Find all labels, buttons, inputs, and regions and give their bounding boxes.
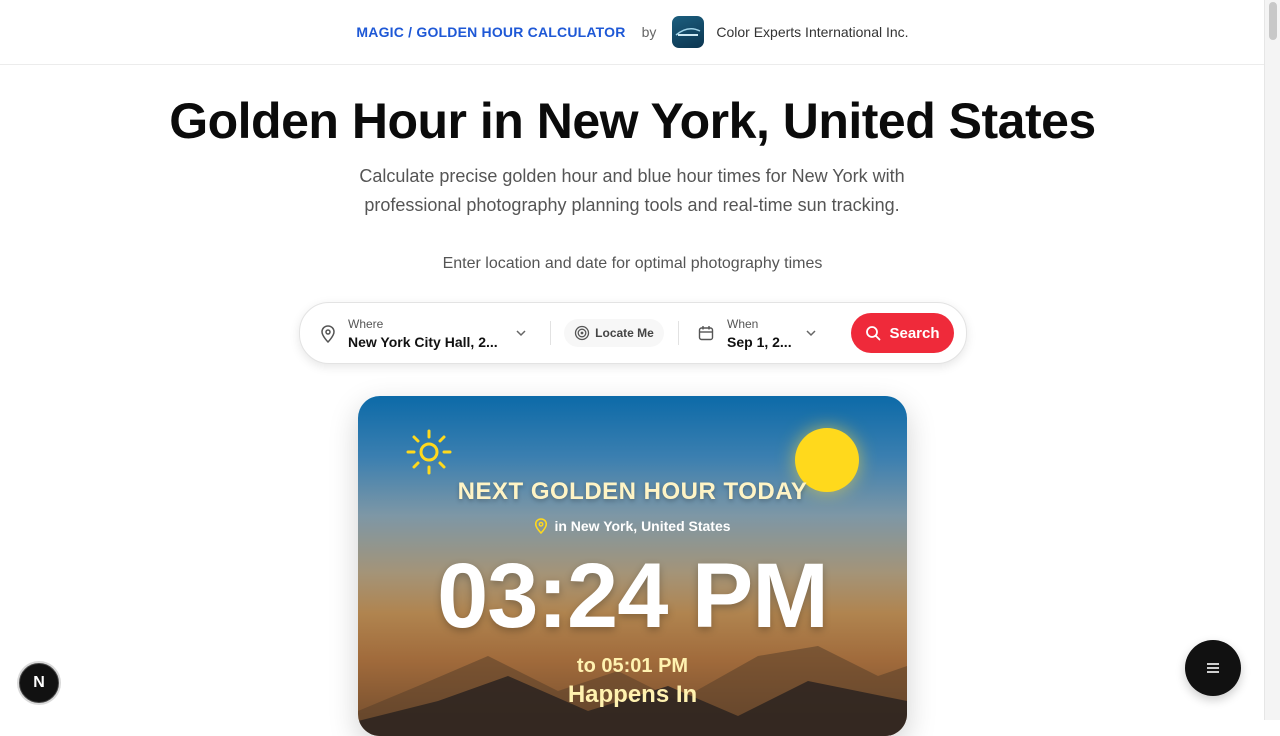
company-logo[interactable] xyxy=(672,16,705,48)
card-location: in New York, United States xyxy=(358,518,907,534)
nextjs-badge-letter: N xyxy=(33,674,45,691)
search-icon xyxy=(866,326,881,341)
calendar-icon xyxy=(698,326,714,341)
when-field[interactable]: When Sep 1, 2... xyxy=(688,303,838,363)
company-logo-icon xyxy=(675,28,701,36)
menu-button[interactable] xyxy=(1185,640,1241,696)
search-hint: Enter location and date for optimal phot… xyxy=(442,255,823,272)
golden-hour-card: NEXT GOLDEN HOUR TODAY in New York, Unit… xyxy=(358,396,907,736)
search-bar: Where New York City Hall, 2... Locate Me… xyxy=(299,302,967,364)
search-button-label: Search xyxy=(889,324,940,342)
locate-me-label: Locate Me xyxy=(595,326,654,340)
card-location-text: in New York, United States xyxy=(554,518,731,534)
when-value: Sep 1, 2... xyxy=(727,334,792,350)
where-field[interactable]: Where New York City Hall, 2... xyxy=(300,303,540,363)
search-button[interactable]: Search xyxy=(851,313,954,353)
scrollbar-thumb[interactable] xyxy=(1269,2,1277,40)
divider xyxy=(678,321,679,345)
where-label: Where xyxy=(348,317,384,331)
menu-icon xyxy=(1207,663,1219,673)
target-icon xyxy=(575,325,590,341)
sun-icon xyxy=(406,429,452,475)
chevron-down-icon xyxy=(516,330,526,337)
when-label: When xyxy=(727,317,759,331)
happens-in-label: Happens In xyxy=(567,681,698,708)
page-subtitle: Calculate precise golden hour and blue h… xyxy=(359,166,905,215)
by-text: by xyxy=(641,24,657,40)
page-title: Golden Hour in New York, United States xyxy=(169,93,1096,149)
divider xyxy=(550,321,551,345)
golden-hour-start-time: 03:24 PM xyxy=(437,545,829,647)
scrollbar[interactable] xyxy=(1264,0,1280,720)
where-value: New York City Hall, 2... xyxy=(348,334,498,350)
nextjs-badge[interactable]: N xyxy=(19,663,59,703)
location-pin-icon xyxy=(535,518,548,534)
company-name[interactable]: Color Experts International Inc. xyxy=(716,24,908,40)
card-title: NEXT GOLDEN HOUR TODAY xyxy=(457,478,808,505)
brand-link[interactable]: MAGIC / GOLDEN HOUR CALCULATOR xyxy=(356,24,625,40)
locate-me-button[interactable]: Locate Me xyxy=(564,319,664,347)
top-header: MAGIC / GOLDEN HOUR CALCULATOR by Color … xyxy=(0,0,1265,65)
chevron-down-icon xyxy=(806,330,816,337)
golden-hour-end-time: to 05:01 PM xyxy=(576,655,689,677)
location-pin-icon xyxy=(321,325,335,343)
